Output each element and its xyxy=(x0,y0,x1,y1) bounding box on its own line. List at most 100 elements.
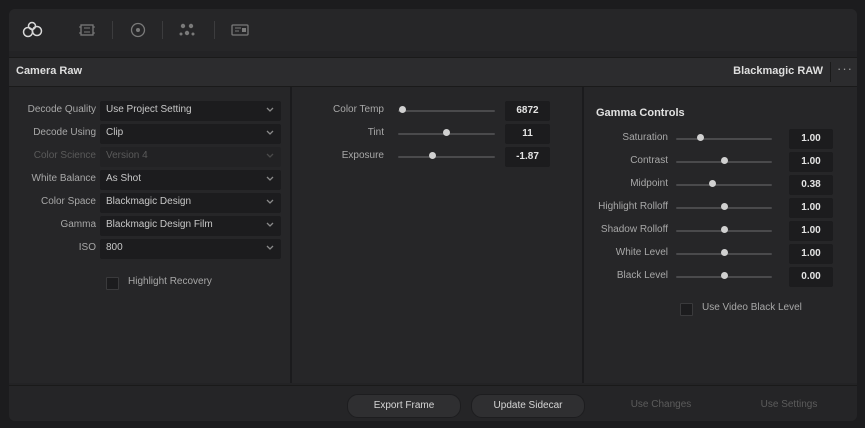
saturation-label: Saturation xyxy=(622,132,668,143)
more-options-icon[interactable]: ··· xyxy=(837,61,853,76)
tint-slider-handle[interactable] xyxy=(443,129,450,136)
camera-raw-window: Camera Raw Blackmagic RAW ··· Highlight … xyxy=(9,9,857,421)
color-space-value: Blackmagic Design xyxy=(106,196,192,207)
use-settings-button[interactable]: Use Settings xyxy=(739,394,839,416)
black-level-value-field[interactable]: 0.00 xyxy=(789,267,833,287)
slider-row-exposure: Exposure -1.87 xyxy=(292,147,582,167)
midpoint-value-field[interactable]: 0.38 xyxy=(789,175,833,195)
highlight-rolloff-value-field[interactable]: 1.00 xyxy=(789,198,833,218)
black-level-slider-handle[interactable] xyxy=(720,272,728,279)
white-balance-value: As Shot xyxy=(106,173,142,184)
color-space-dropdown[interactable]: Blackmagic Design xyxy=(100,193,281,213)
black-level-label: Black Level xyxy=(616,270,668,281)
slider-row-saturation: Saturation 1.00 xyxy=(584,129,857,149)
decode-quality-dropdown[interactable]: Use Project Setting xyxy=(100,101,281,121)
saturation-slider-handle[interactable] xyxy=(696,134,704,141)
color-science-dropdown: Version 4 xyxy=(100,147,281,167)
slider-row-contrast: Contrast 1.00 xyxy=(584,152,857,172)
raw-format-label: Blackmagic RAW xyxy=(733,65,823,77)
chevron-down-icon xyxy=(265,172,275,186)
slider-row-highlight-rolloff: Highlight Rolloff 1.00 xyxy=(584,198,857,218)
decode-settings-panel: Highlight Recovery Decode Quality Use Pro… xyxy=(9,87,290,383)
setting-row-color-science: Color Science Version 4 xyxy=(9,147,290,167)
highlight-rolloff-label: Highlight Rolloff xyxy=(598,201,668,212)
decode-using-dropdown[interactable]: Clip xyxy=(100,124,281,144)
color-science-value: Version 4 xyxy=(106,150,148,161)
setting-row-color-space: Color Space Blackmagic Design xyxy=(9,193,290,213)
highlight-rolloff-slider-handle[interactable] xyxy=(720,203,728,210)
setting-row-decode-quality: Decode Quality Use Project Setting xyxy=(9,101,290,121)
decode-using-label: Decode Using xyxy=(33,127,96,138)
use-video-black-level-checkbox[interactable] xyxy=(680,303,693,316)
panel-title: Camera Raw xyxy=(16,65,83,77)
gamma-controls-title: Gamma Controls xyxy=(596,107,685,119)
chevron-down-icon xyxy=(265,241,275,255)
toolbar-divider xyxy=(162,21,163,39)
decode-quality-value: Use Project Setting xyxy=(106,104,192,115)
slider-row-midpoint: Midpoint 0.38 xyxy=(584,175,857,195)
color-target-icon[interactable] xyxy=(126,19,150,41)
highlight-recovery-checkbox[interactable] xyxy=(106,277,119,290)
setting-row-gamma: Gamma Blackmagic Design Film xyxy=(9,216,290,236)
exposure-value-field[interactable]: -1.87 xyxy=(505,147,550,167)
chevron-down-icon xyxy=(265,149,275,163)
saturation-value-field[interactable]: 1.00 xyxy=(789,129,833,149)
use-changes-button[interactable]: Use Changes xyxy=(611,394,711,416)
white-level-value-field[interactable]: 1.00 xyxy=(789,244,833,264)
color-temp-label: Color Temp xyxy=(333,104,384,115)
midpoint-label: Midpoint xyxy=(630,178,668,189)
slider-row-white-level: White Level 1.00 xyxy=(584,244,857,264)
chevron-down-icon xyxy=(265,126,275,140)
midpoint-slider-track[interactable] xyxy=(676,184,772,186)
iso-value: 800 xyxy=(106,242,123,253)
shadow-rolloff-value-field[interactable]: 1.00 xyxy=(789,221,833,241)
chevron-down-icon xyxy=(265,103,275,117)
gamma-controls-panel: Gamma Controls Use Video Black Level Sat… xyxy=(584,87,857,383)
iso-label: ISO xyxy=(78,242,96,253)
nodes-icon[interactable] xyxy=(175,19,199,41)
exposure-label: Exposure xyxy=(341,150,384,161)
color-space-label: Color Space xyxy=(40,196,96,207)
exposure-slider-track[interactable] xyxy=(398,156,495,158)
white-level-label: White Level xyxy=(615,247,668,258)
color-temp-value-field[interactable]: 6872 xyxy=(505,101,550,121)
tint-label: Tint xyxy=(367,127,384,138)
contrast-slider-handle[interactable] xyxy=(720,157,728,164)
gamma-label: Gamma xyxy=(60,219,96,230)
contrast-label: Contrast xyxy=(630,155,668,166)
chevron-down-icon xyxy=(265,195,275,209)
iso-dropdown[interactable]: 800 xyxy=(100,239,281,259)
setting-row-decode-using: Decode Using Clip xyxy=(9,124,290,144)
export-frame-button[interactable]: Export Frame xyxy=(347,394,461,418)
decode-using-value: Clip xyxy=(106,127,124,138)
shadow-rolloff-slider-handle[interactable] xyxy=(720,226,728,233)
highlight-recovery-label: Highlight Recovery xyxy=(128,276,212,287)
white-balance-label: White Balance xyxy=(31,173,96,184)
decode-quality-label: Decode Quality xyxy=(27,104,96,115)
color-temp-slider-track[interactable] xyxy=(398,110,495,112)
update-sidecar-button[interactable]: Update Sidecar xyxy=(471,394,585,418)
slider-row-shadow-rolloff: Shadow Rolloff 1.00 xyxy=(584,221,857,241)
toolbar-divider xyxy=(112,21,113,39)
frame-icon[interactable] xyxy=(75,19,99,41)
sidecar-icon[interactable] xyxy=(228,19,252,41)
white-balance-dropdown[interactable]: As Shot xyxy=(100,170,281,190)
midpoint-slider-handle[interactable] xyxy=(708,180,716,187)
use-video-black-level-label: Use Video Black Level xyxy=(702,302,802,313)
white-balance-panel: Color Temp 6872 Tint 11 Exposure -1.87 xyxy=(292,87,582,383)
color-science-label: Color Science xyxy=(33,150,96,161)
action-footer: Export Frame Update Sidecar Use Changes … xyxy=(9,385,857,421)
gamma-value: Blackmagic Design Film xyxy=(106,219,213,230)
toolbar-divider xyxy=(214,21,215,39)
slider-row-color-temp: Color Temp 6872 xyxy=(292,101,582,121)
panel-toolbar xyxy=(9,9,857,51)
contrast-value-field[interactable]: 1.00 xyxy=(789,152,833,172)
slider-row-tint: Tint 11 xyxy=(292,124,582,144)
shadow-rolloff-label: Shadow Rolloff xyxy=(600,224,668,235)
gamma-dropdown[interactable]: Blackmagic Design Film xyxy=(100,216,281,236)
camera-raw-icon[interactable] xyxy=(21,19,45,41)
header-divider xyxy=(830,62,831,82)
white-level-slider-handle[interactable] xyxy=(720,249,728,256)
saturation-slider-track[interactable] xyxy=(676,138,772,140)
tint-value-field[interactable]: 11 xyxy=(505,124,550,144)
